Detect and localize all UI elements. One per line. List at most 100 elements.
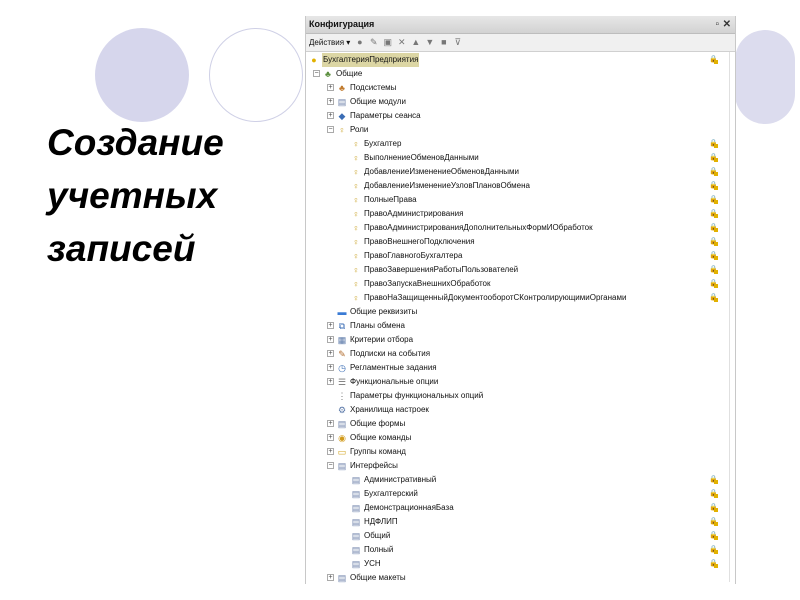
tree-item-label: ДобавлениеИзменениеОбменовДанными — [364, 167, 520, 176]
tree-row[interactable]: ♀ ПравоВнешнегоПодключения 🔒 — [306, 235, 731, 249]
interface-icon: ▤ — [351, 545, 361, 555]
common-commands-icon: ◉ — [338, 433, 346, 443]
command-groups-icon: ▭ — [337, 447, 347, 457]
tree-row[interactable]: ♀ ПравоАдминистрирования 🔒 — [306, 207, 731, 221]
role-icon: ♀ — [352, 279, 360, 289]
lock-icon: 🔒 — [709, 294, 718, 302]
tree-row[interactable]: − ♣ Общие — [306, 67, 731, 81]
tree-row[interactable]: + ✎ Подписки на события — [306, 347, 731, 361]
expand-icon[interactable]: + — [327, 98, 334, 105]
tree-row[interactable]: ▤ Общий 🔒 — [306, 529, 731, 543]
tree-row[interactable]: ♀ ПравоЗапускаВнешнихОбработок 🔒 — [306, 277, 731, 291]
vertical-scrollbar[interactable] — [729, 52, 735, 582]
expand-icon[interactable]: + — [327, 378, 334, 385]
tree-row[interactable]: ♀ ВыполнениеОбменовДанными 🔒 — [306, 151, 731, 165]
lock-icon: 🔒 — [709, 532, 718, 540]
tree-row[interactable]: + ▤ Общие модули — [306, 95, 731, 109]
tree-item-label: Общие модули — [350, 97, 406, 106]
modules-icon: ▤ — [337, 97, 347, 107]
event-subscriptions-icon: ✎ — [338, 349, 346, 359]
expand-icon[interactable]: + — [327, 336, 334, 343]
tree-row[interactable]: ● БухгалтерияПредприятия 🔒 — [306, 53, 731, 67]
tree-item-label: Хранилища настроек — [350, 405, 429, 414]
tree-item-label: Общий — [364, 531, 391, 540]
delete-icon[interactable]: ✕ — [397, 37, 406, 47]
tree-row[interactable]: + ◉ Общие команды — [306, 431, 731, 445]
toolbar: Действия ▾ ● ✎ ▣ ✕ ▲ ▼ ■ ⊽ — [306, 34, 735, 52]
tree-row[interactable]: − ♀ Роли — [306, 123, 731, 137]
expand-icon[interactable]: + — [327, 420, 334, 427]
window-titlebar: Конфигурация ▫ ✕ — [306, 16, 735, 34]
role-icon: ♀ — [352, 265, 360, 275]
tree-row[interactable]: ▤ НДФЛИП 🔒 — [306, 515, 731, 529]
tree-row[interactable]: + ▭ Группы команд — [306, 445, 731, 459]
tree-item-label: ПравоАдминистрирования — [364, 209, 464, 218]
tree-row[interactable]: + ⧉ Планы обмена — [306, 319, 731, 333]
move-up-icon[interactable]: ▲ — [411, 37, 420, 47]
tree-row[interactable]: ⚙ Хранилища настроек — [306, 403, 731, 417]
tree-row[interactable]: + ▤ Общие макеты — [306, 571, 731, 584]
tree-row[interactable]: ⋮ Параметры функциональных опций — [306, 389, 731, 403]
interfaces-icon: ▤ — [337, 461, 347, 471]
collapse-icon[interactable]: − — [327, 126, 334, 133]
edit-icon[interactable]: ✎ — [369, 37, 378, 47]
tree-row[interactable]: ▤ ДемонстрационнаяБаза 🔒 — [306, 501, 731, 515]
add-icon[interactable]: ● — [355, 37, 364, 47]
tree-row[interactable]: + ◷ Регламентные задания — [306, 361, 731, 375]
move-down-icon[interactable]: ▼ — [425, 37, 434, 47]
expand-icon[interactable]: + — [327, 322, 334, 329]
lock-icon: 🔒 — [709, 518, 718, 526]
role-icon: ♀ — [352, 167, 360, 177]
actions-menu[interactable]: Действия ▾ — [309, 34, 350, 51]
tree-item-label: Параметры сеанса — [350, 111, 421, 120]
tree-row[interactable]: ▤ УСН 🔒 — [306, 557, 731, 571]
lock-icon: 🔒 — [709, 140, 718, 148]
tree-item-label: Планы обмена — [350, 321, 405, 330]
tree-row[interactable]: + ◆ Параметры сеанса — [306, 109, 731, 123]
tree-row[interactable]: + ♣ Подсистемы — [306, 81, 731, 95]
fo-params-icon: ⋮ — [337, 391, 347, 401]
expand-icon[interactable]: + — [327, 112, 334, 119]
expand-icon[interactable]: + — [327, 434, 334, 441]
tree-row[interactable]: ♀ Бухгалтер 🔒 — [306, 137, 731, 151]
config-icon: ● — [311, 55, 317, 65]
collapse-icon[interactable]: − — [327, 462, 334, 469]
role-icon: ♀ — [352, 293, 360, 303]
tree-row[interactable]: + ☰ Функциональные опции — [306, 375, 731, 389]
tree-item-label: Функциональные опции — [350, 377, 439, 386]
tree-row[interactable]: ♀ ДобавлениеИзменениеОбменовДанными 🔒 — [306, 165, 731, 179]
expand-icon[interactable]: + — [327, 350, 334, 357]
tree-row[interactable]: ♀ ПравоНаЗащищенныйДокументооборотСКонтро… — [306, 291, 731, 305]
filter-icon[interactable]: ⊽ — [453, 37, 462, 47]
tree-row[interactable]: ♀ ПравоЗавершенияРаботыПользователей 🔒 — [306, 263, 731, 277]
lock-icon: 🔒 — [709, 182, 718, 190]
expand-icon[interactable]: + — [327, 574, 334, 581]
tree-row[interactable]: ▤ Административный 🔒 — [306, 473, 731, 487]
pin-icon[interactable]: ▫ — [715, 16, 719, 33]
tree-row[interactable]: ♀ ПолныеПрава 🔒 — [306, 193, 731, 207]
tree-row[interactable]: ▤ Полный 🔒 — [306, 543, 731, 557]
collapse-icon[interactable]: − — [313, 70, 320, 77]
tree-row[interactable]: ▤ Бухгалтерский 🔒 — [306, 487, 731, 501]
tree-row[interactable]: ▬ Общие реквизиты — [306, 305, 731, 319]
tree-item-label: Параметры функциональных опций — [350, 391, 484, 400]
tree-item-label: ПравоЗавершенияРаботыПользователей — [364, 265, 519, 274]
tree-row[interactable]: + ▦ Критерии отбора — [306, 333, 731, 347]
lock-icon: 🔒 — [709, 210, 718, 218]
tree-row[interactable]: ♀ ПравоАдминистрированияДополнительныхФор… — [306, 221, 731, 235]
close-icon[interactable]: ✕ — [723, 16, 731, 33]
tree-row[interactable]: + ▤ Общие формы — [306, 417, 731, 431]
expand-icon[interactable]: + — [327, 84, 334, 91]
lock-icon: 🔒 — [709, 266, 718, 274]
tree-row[interactable]: ♀ ДобавлениеИзменениеУзловПлановОбмена 🔒 — [306, 179, 731, 193]
copy-icon[interactable]: ▣ — [383, 37, 393, 47]
tree-item-label: Интерфейсы — [350, 461, 398, 470]
lock-icon: 🔒 — [709, 560, 718, 568]
tree-row[interactable]: ♀ ПравоГлавногоБухгалтера 🔒 — [306, 249, 731, 263]
tree-row[interactable]: − ▤ Интерфейсы — [306, 459, 731, 473]
tree-item-label: Общие формы — [350, 419, 406, 428]
functional-options-icon: ☰ — [337, 377, 347, 387]
properties-icon[interactable]: ■ — [439, 37, 448, 47]
expand-icon[interactable]: + — [327, 448, 334, 455]
expand-icon[interactable]: + — [327, 364, 334, 371]
